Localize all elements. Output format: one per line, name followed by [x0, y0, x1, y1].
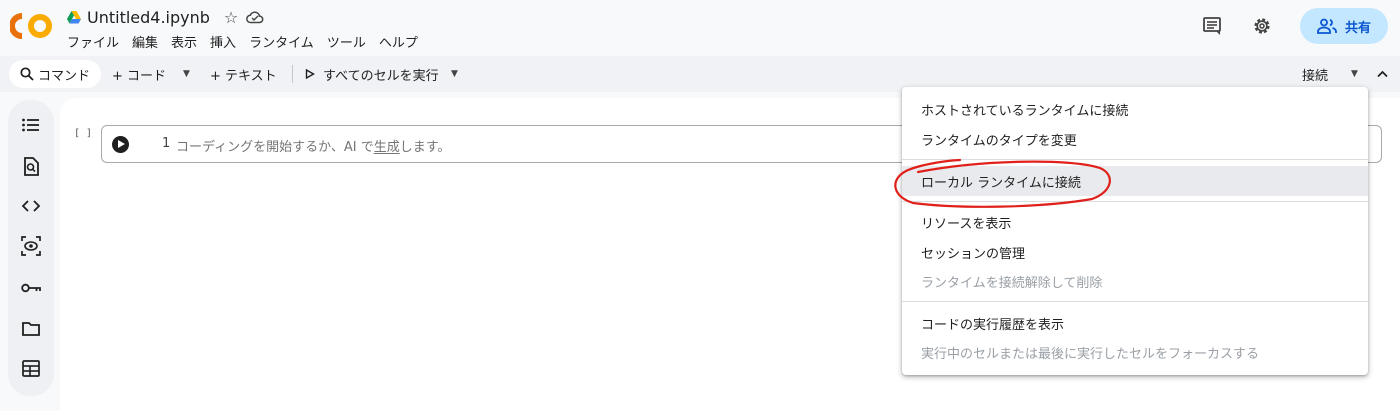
- menu-view[interactable]: 表示: [171, 32, 197, 51]
- cell-placeholder[interactable]: コーディングを開始するか、AI で生成します。: [176, 136, 450, 155]
- colab-logo[interactable]: [10, 12, 54, 40]
- search-icon: [20, 67, 34, 81]
- menu-item-connect-hosted[interactable]: ホストされているランタイムに接続: [902, 94, 1368, 124]
- line-number: 1: [162, 136, 171, 151]
- add-code-label: + コード: [112, 68, 167, 84]
- code-icon[interactable]: [20, 195, 42, 217]
- menu-item-view-resources[interactable]: リソースを表示: [902, 207, 1368, 237]
- play-icon: [305, 69, 315, 79]
- toc-icon[interactable]: [20, 114, 42, 136]
- key-icon[interactable]: [20, 277, 42, 299]
- notebook-title[interactable]: Untitled4.ipynb: [87, 8, 210, 27]
- menubar: ファイル 編集 表示 挿入 ランタイム ツール ヘルプ: [67, 32, 418, 51]
- comment-icon[interactable]: [1200, 14, 1224, 38]
- connect-label: 接続: [1302, 68, 1329, 84]
- folder-icon[interactable]: [20, 317, 42, 339]
- menu-divider: [902, 301, 1368, 302]
- variables-icon[interactable]: [20, 235, 42, 257]
- chevron-up-icon: [1377, 70, 1388, 78]
- menu-item-manage-sessions[interactable]: セッションの管理: [902, 237, 1368, 267]
- collapse-toolbar-button[interactable]: [1377, 62, 1388, 86]
- cloud-icon[interactable]: [246, 10, 264, 24]
- run-all-button[interactable]: すべてのセルを実行: [305, 62, 439, 86]
- add-text-label: + テキスト: [210, 68, 277, 84]
- drive-icon[interactable]: [67, 10, 81, 24]
- placeholder-text: コーディングを開始するか、AI で: [176, 140, 374, 155]
- menu-item-change-runtime[interactable]: ランタイムのタイプを変更: [902, 124, 1368, 154]
- menu-edit[interactable]: 編集: [132, 32, 158, 51]
- caret-down-icon: ▼: [183, 69, 190, 79]
- share-label: 共有: [1344, 20, 1371, 36]
- add-text-button[interactable]: + テキスト: [210, 62, 277, 86]
- command-label: コマンド: [37, 68, 90, 84]
- add-code-dropdown[interactable]: ▼: [183, 62, 190, 86]
- menu-item-disconnect-delete: ランタイムを接続解除して削除: [921, 275, 1103, 291]
- people-icon: [1317, 18, 1337, 34]
- toolbar-divider: [292, 65, 293, 83]
- gear-icon[interactable]: [1250, 14, 1274, 38]
- title-row: Untitled4.ipynb ☆: [67, 6, 264, 28]
- menu-file[interactable]: ファイル: [67, 32, 119, 51]
- execution-count: [ ]: [74, 128, 93, 139]
- connect-menu: ホストされているランタイムに接続 ランタイムのタイプを変更 ローカル ランタイム…: [902, 87, 1368, 375]
- menu-divider: [902, 201, 1368, 202]
- placeholder-text-end: します。: [399, 140, 451, 155]
- connect-button[interactable]: 接続: [1302, 62, 1328, 86]
- menu-insert[interactable]: 挿入: [210, 32, 236, 51]
- star-icon[interactable]: ☆: [224, 8, 238, 27]
- menu-help[interactable]: ヘルプ: [379, 32, 418, 51]
- menu-item-code-history[interactable]: コードの実行履歴を表示: [902, 308, 1368, 338]
- menu-runtime[interactable]: ランタイム: [249, 32, 314, 51]
- run-all-label: すべてのセルを実行: [323, 68, 439, 84]
- run-cell-button[interactable]: [112, 136, 129, 153]
- menu-divider: [902, 159, 1368, 160]
- find-icon[interactable]: [20, 155, 42, 177]
- menu-tools[interactable]: ツール: [327, 32, 366, 51]
- table-icon[interactable]: [20, 357, 42, 379]
- header-actions: 共有: [1200, 8, 1388, 44]
- left-sidebar: [8, 100, 54, 396]
- add-code-button[interactable]: + コード: [112, 62, 166, 86]
- menu-item-focus-cell: 実行中のセルまたは最後に実行したセルをフォーカスする: [921, 346, 1260, 362]
- menu-item-connect-local[interactable]: ローカル ランタイムに接続: [902, 166, 1368, 196]
- caret-down-icon: ▼: [1351, 69, 1358, 79]
- caret-down-icon: ▼: [451, 69, 458, 79]
- connect-dropdown[interactable]: ▼: [1351, 62, 1358, 86]
- command-palette-button[interactable]: コマンド: [9, 60, 101, 88]
- run-all-dropdown[interactable]: ▼: [451, 62, 458, 86]
- generate-link[interactable]: 生成: [374, 140, 400, 155]
- share-button[interactable]: 共有: [1300, 8, 1388, 44]
